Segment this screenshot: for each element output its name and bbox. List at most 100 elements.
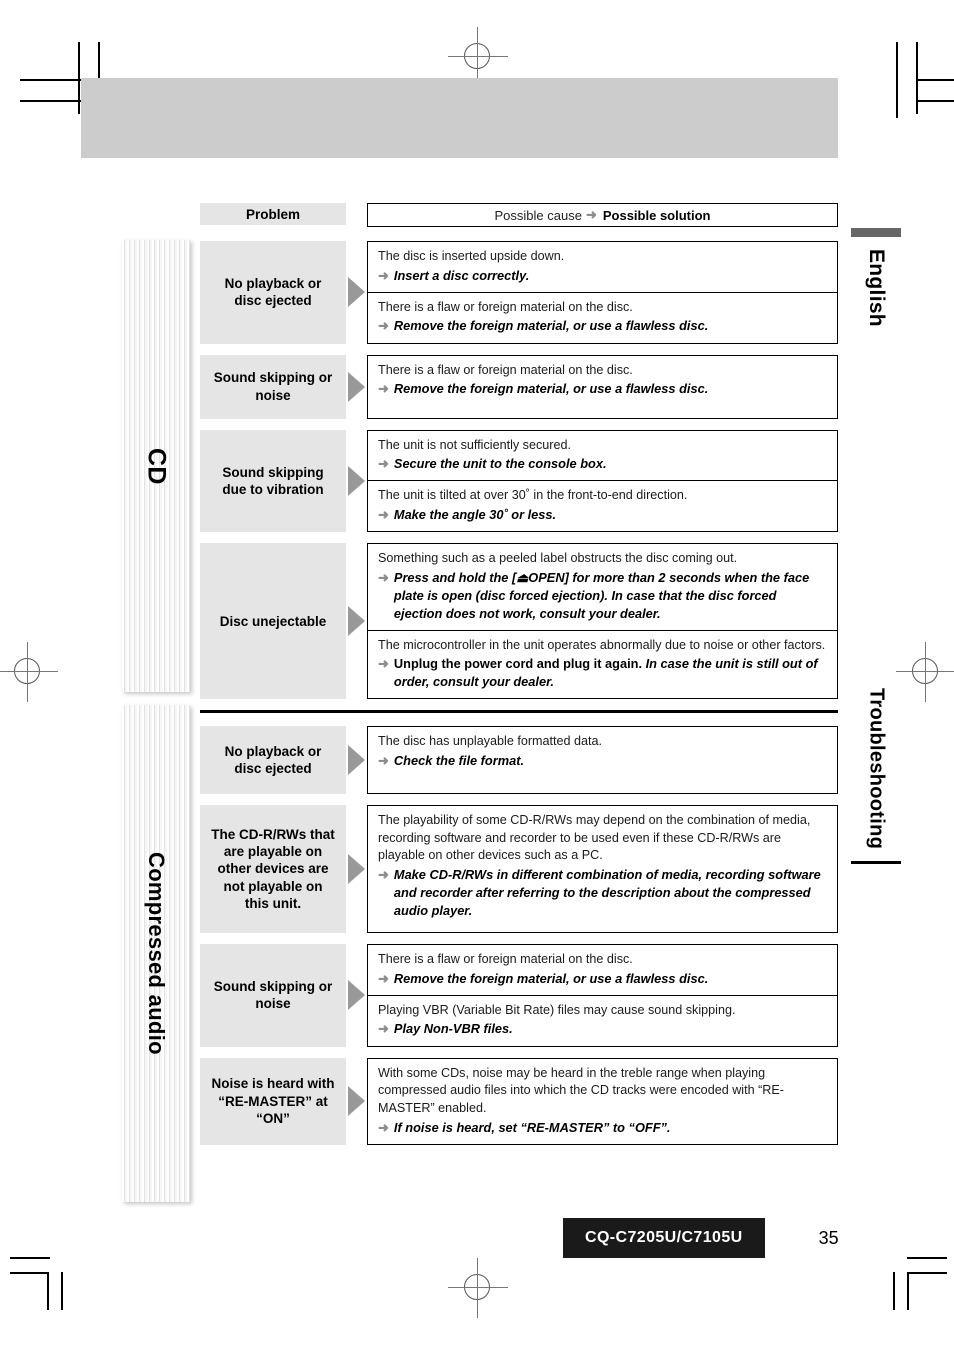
cause-solution-stack: The unit is not sufficiently secured. ➜ Se… bbox=[367, 429, 838, 533]
cause-text: The unit is not sufficiently secured. bbox=[378, 437, 571, 452]
crop-mark-top-right-horizontal bbox=[916, 79, 954, 81]
solution-text-primary: Unplug the power cord and plug it again. bbox=[393, 656, 646, 672]
cause-solution-cell: With some CDs, noise may be heard in the… bbox=[368, 1059, 837, 1144]
triangle-pointer-icon bbox=[348, 606, 365, 637]
solution-text: Remove the foreign material, or use a fl… bbox=[393, 381, 709, 397]
header-spacer bbox=[346, 203, 367, 227]
row-connector bbox=[346, 543, 367, 699]
cause-solution-stack: The disc has unplayable formatted data. ➜… bbox=[367, 726, 838, 795]
section-tab-label: Troubleshooting bbox=[865, 688, 888, 850]
solution-line: ➜ If noise is heard, set “RE-MASTER” to “… bbox=[378, 1119, 827, 1137]
cause-solution-cell: The disc has unplayable formatted data. ➜… bbox=[368, 727, 837, 777]
solution-arrow-icon: ➜ bbox=[378, 1119, 389, 1135]
section-tab-rule bbox=[851, 861, 901, 865]
solution-text: Press and hold the [⏏OPEN] for more than… bbox=[393, 569, 810, 621]
triangle-pointer-icon bbox=[348, 277, 365, 308]
category-panel-cd: CD bbox=[122, 240, 190, 692]
solution-line: ➜ Insert a disc correctly. bbox=[378, 267, 827, 285]
row-connector bbox=[346, 726, 367, 794]
arrow-icon: ➜ bbox=[585, 207, 597, 222]
category-block-divider bbox=[200, 710, 838, 714]
table-row: Sound skipping due to vibration The unit … bbox=[200, 429, 838, 533]
triangle-pointer-icon bbox=[348, 980, 365, 1011]
solution-text: Unplug the power cord and plug it again.… bbox=[394, 655, 827, 691]
crop-mark-top-right-vertical-2 bbox=[916, 42, 918, 114]
solution-line: ➜ Make the angle 30˚ or less. bbox=[378, 506, 827, 524]
page-footer: CQ-C7205U/C7105U 35 bbox=[563, 1218, 839, 1258]
cause-text: The microcontroller in the unit operates… bbox=[378, 637, 826, 652]
section-tab: Troubleshooting bbox=[846, 688, 906, 865]
solution-line: ➜ Make CD-R/RWs in different combination … bbox=[378, 866, 827, 920]
solution-arrow-icon: ➜ bbox=[378, 267, 389, 283]
cause-text: The disc is inserted upside down. bbox=[378, 249, 565, 263]
crop-mark-top-left-horizontal bbox=[20, 79, 82, 81]
cause-text: The disc has unplayable formatted data. bbox=[378, 734, 603, 749]
solution-arrow-icon: ➜ bbox=[378, 318, 389, 334]
cause-text: There is a flaw or foreign material on t… bbox=[378, 299, 633, 314]
table-row: Sound skipping or noise There is a flaw o… bbox=[200, 354, 838, 419]
solution-arrow-icon: ➜ bbox=[378, 970, 389, 986]
cause-text: With some CDs, noise may be heard in the… bbox=[378, 1065, 784, 1115]
solution-line: ➜ Remove the foreign material, or use a f… bbox=[378, 970, 827, 988]
column-header-solution-label: Possible solution bbox=[602, 207, 711, 223]
crop-mark-bottom-right-vertical bbox=[893, 1272, 895, 1310]
language-tab-bar bbox=[851, 228, 901, 237]
problem-cell: Sound skipping or noise bbox=[200, 354, 346, 419]
page-number: 35 bbox=[818, 1227, 839, 1248]
problem-cell: Noise is heard with “RE-MASTER” at “ON” bbox=[200, 1057, 346, 1145]
table-row: The CD-R/RWs that are playable on other … bbox=[200, 805, 838, 934]
registration-mark-top bbox=[448, 27, 508, 87]
triangle-pointer-icon bbox=[348, 745, 365, 776]
solution-line: ➜ Check the file format. bbox=[378, 752, 827, 770]
cause-text: The playability of some CD-R/RWs may dep… bbox=[378, 813, 811, 863]
solution-line: ➜ Unplug the power cord and plug it again… bbox=[378, 655, 827, 691]
crop-mark-bottom-left-vertical-2 bbox=[61, 1272, 63, 1310]
solution-line: ➜ Remove the foreign material, or use a f… bbox=[378, 380, 827, 398]
crop-mark-top-right-vertical bbox=[896, 42, 898, 118]
row-connector bbox=[346, 805, 367, 933]
table-header-row: Problem Possible cause ➜ Possible soluti… bbox=[200, 203, 838, 227]
cause-text: Something such as a peeled label obstruc… bbox=[378, 551, 738, 566]
row-connector bbox=[346, 241, 367, 344]
cause-solution-stack: There is a flaw or foreign material on t… bbox=[367, 354, 838, 419]
table-row: Noise is heard with “RE-MASTER” at “ON” W… bbox=[200, 1057, 838, 1145]
solution-arrow-icon: ➜ bbox=[378, 656, 389, 672]
registration-mark-bottom bbox=[448, 1258, 508, 1318]
printed-page: English Troubleshooting CD Compressed au… bbox=[0, 0, 954, 1351]
problem-cell: The CD-R/RWs that are playable on other … bbox=[200, 805, 346, 934]
solution-text: Check the file format. bbox=[393, 752, 525, 768]
crop-mark-bottom-right-vertical-2 bbox=[907, 1272, 909, 1310]
row-connector bbox=[346, 1058, 367, 1145]
troubleshooting-table: Problem Possible cause ➜ Possible soluti… bbox=[200, 203, 838, 1156]
registration-mark-right bbox=[896, 642, 954, 702]
cause-solution-cell: There is a flaw or foreign material on t… bbox=[368, 356, 837, 406]
problem-cell: No playback or disc ejected bbox=[200, 726, 346, 795]
crop-mark-bottom-right-horizontal-2 bbox=[909, 1272, 947, 1274]
category-panel-compressed-audio: Compressed audio bbox=[122, 705, 190, 1202]
model-badge: CQ-C7205U/C7105U bbox=[563, 1218, 765, 1258]
crop-mark-top-left-vertical bbox=[78, 42, 80, 114]
solution-text: If noise is heard, set “RE-MASTER” to “O… bbox=[393, 1119, 671, 1135]
solution-line: ➜ Secure the unit to the console box. bbox=[378, 455, 827, 473]
cause-text: There is a flaw or foreign material on t… bbox=[378, 952, 633, 967]
triangle-pointer-icon bbox=[348, 465, 365, 496]
cause-solution-cell: The playability of some CD-R/RWs may dep… bbox=[368, 806, 837, 927]
column-header-cause-label: Possible cause bbox=[494, 207, 582, 223]
cause-solution-cell: The unit is tilted at over 30˚ in the fr… bbox=[368, 480, 837, 531]
solution-line: ➜ Play Non-VBR files. bbox=[378, 1020, 827, 1038]
crop-mark-bottom-left-horizontal bbox=[10, 1257, 50, 1259]
solution-arrow-icon: ➜ bbox=[378, 456, 389, 472]
solution-text: Make the angle 30˚ or less. bbox=[393, 507, 557, 523]
solution-arrow-icon: ➜ bbox=[378, 866, 389, 882]
language-tab-label: English bbox=[865, 249, 888, 327]
cause-solution-stack: The playability of some CD-R/RWs may dep… bbox=[367, 805, 838, 934]
cause-solution-cell: Playing VBR (Variable Bit Rate) files ma… bbox=[368, 994, 837, 1046]
column-header-problem: Problem bbox=[200, 203, 346, 225]
solution-line: ➜ Press and hold the [⏏OPEN] for more tha… bbox=[378, 569, 827, 623]
solution-line: ➜ Remove the foreign material, or use a f… bbox=[378, 317, 827, 335]
cause-solution-cell: There is a flaw or foreign material on t… bbox=[368, 291, 837, 343]
triangle-pointer-icon bbox=[348, 1086, 365, 1117]
cause-solution-cell: The disc is inserted upside down. ➜ Insert… bbox=[368, 242, 837, 292]
table-row: No playback or disc ejected The disc is i… bbox=[200, 241, 838, 344]
solution-arrow-icon: ➜ bbox=[378, 752, 389, 768]
